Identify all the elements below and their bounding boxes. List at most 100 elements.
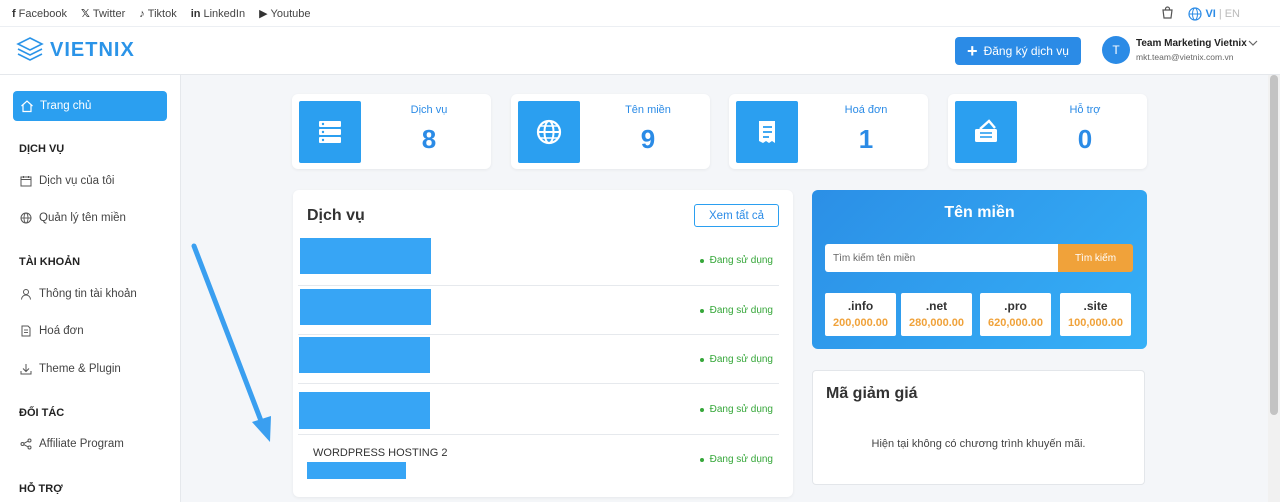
section-services: DỊCH VỤ	[19, 143, 65, 155]
redacted-block	[300, 289, 431, 325]
globe-icon	[1188, 6, 1203, 21]
sidebar-item-domains[interactable]: Quản lý tên miền	[20, 212, 126, 224]
register-service-button[interactable]: + Đăng ký dịch vụ	[955, 37, 1081, 65]
share-icon	[20, 438, 32, 450]
redacted-block	[299, 392, 430, 429]
sidebar-item-label: Theme & Plugin	[39, 363, 121, 375]
status-dot	[699, 308, 704, 313]
status-text: Đang sử dụng	[709, 255, 773, 266]
linkedin-icon: in	[190, 7, 201, 20]
tld-card[interactable]: .info 200,000.00	[825, 293, 896, 336]
user-icon	[21, 289, 31, 300]
avatar: T	[1102, 36, 1130, 64]
social-label: Facebook	[18, 7, 67, 20]
globe-icon	[20, 212, 32, 224]
status-dot	[699, 258, 704, 263]
tiktok-icon: ♪	[139, 7, 145, 20]
social-twitter[interactable]: 𝕏 Twitter	[81, 7, 125, 21]
status-dot	[699, 357, 704, 362]
stat-card-domains[interactable]: Tên miền 9	[511, 94, 710, 169]
lang-en[interactable]: EN	[1225, 8, 1240, 20]
lang-vi[interactable]: VI	[1205, 8, 1215, 20]
cart-icon[interactable]	[1161, 5, 1174, 22]
domain-search-button[interactable]: Tìm kiếm	[1058, 244, 1133, 272]
stat-card-services[interactable]: Dịch vụ 8	[292, 94, 491, 169]
sidebar-item-affiliate[interactable]: Affiliate Program	[20, 438, 124, 450]
social-label: Youtube	[270, 7, 311, 20]
coupon-panel: Mã giảm giá Hiện tại không có chương trì…	[812, 370, 1145, 485]
tld-price: 100,000.00	[1067, 317, 1124, 329]
domain-search-panel: Tên miền Tìm kiếm .info 200,000.00 .net …	[812, 190, 1147, 349]
redacted-block	[307, 462, 406, 479]
service-row[interactable]: Đang sử dụng	[298, 335, 779, 384]
invoice-icon	[21, 325, 31, 337]
tld-card[interactable]: .pro 620,000.00	[980, 293, 1051, 336]
youtube-icon: ▶	[259, 8, 268, 20]
tld-card[interactable]: .site 100,000.00	[1060, 293, 1131, 336]
service-status: Đang sử dụng	[699, 404, 773, 415]
social-label: LinkedIn	[203, 7, 246, 20]
stat-value: 0	[1077, 124, 1093, 154]
domain-search-input[interactable]	[825, 244, 1059, 272]
sidebar-item-label: Dịch vụ của tôi	[39, 175, 115, 187]
lang-separator: |	[1218, 7, 1222, 20]
service-status: Đang sử dụng	[699, 454, 773, 465]
service-status: Đang sử dụng	[699, 255, 773, 266]
server-icon	[299, 101, 361, 163]
status-text: Đang sử dụng	[709, 454, 773, 465]
tld-card[interactable]: .net 280,000.00	[901, 293, 972, 336]
social-label: Tiktok	[147, 7, 177, 20]
user-info: Team Marketing Vietnix mkt.team@vietnix.…	[1136, 38, 1247, 62]
service-row[interactable]: Đang sử dụng	[298, 286, 779, 335]
download-icon	[20, 364, 32, 375]
status-text: Đang sử dụng	[709, 354, 773, 365]
section-support: HỖ TRỢ	[19, 483, 63, 495]
tld-price: 620,000.00	[987, 317, 1044, 329]
top-bar: f Facebook 𝕏 Twitter ♪ Tiktok in LinkedIn ▶ Y…	[0, 0, 1280, 27]
stat-value: 9	[640, 124, 656, 154]
plus-icon: +	[967, 41, 978, 61]
coupon-title: Mã giảm giá	[826, 385, 918, 402]
sidebar-item-label: Quản lý tên miền	[39, 212, 126, 224]
receipt-icon	[736, 101, 798, 163]
coupon-message: Hiện tại không có chương trình khuyến mã…	[871, 438, 1086, 450]
user-name: Team Marketing Vietnix	[1136, 38, 1247, 49]
logo[interactable]: VIETNIX	[16, 36, 135, 64]
user-menu[interactable]: T Team Marketing Vietnix mkt.team@vietni…	[1102, 36, 1258, 64]
top-right: VI | EN	[1161, 0, 1240, 27]
sidebar-item-label: Affiliate Program	[39, 438, 124, 450]
chevron-down-icon[interactable]	[1248, 38, 1258, 51]
view-all-button[interactable]: Xem tất cả	[694, 204, 779, 227]
social-youtube[interactable]: ▶ Youtube	[259, 7, 311, 21]
social-tiktok[interactable]: ♪ Tiktok	[139, 8, 176, 20]
status-dot	[699, 407, 704, 412]
language-switcher[interactable]: VI | EN	[1188, 6, 1240, 21]
stat-label: Hỗ trợ	[1069, 104, 1101, 116]
service-row[interactable]: Đang sử dụng	[298, 236, 779, 286]
social-linkedin[interactable]: in LinkedIn	[191, 8, 245, 20]
globe-icon	[518, 101, 580, 163]
stat-card-invoices[interactable]: Hoá đơn 1	[729, 94, 928, 169]
status-text: Đang sử dụng	[709, 305, 773, 316]
sidebar-item-my-services[interactable]: Dịch vụ của tôi	[20, 175, 114, 187]
stat-value: 1	[858, 124, 874, 154]
sidebar-item-invoices[interactable]: Hoá đơn	[20, 325, 84, 337]
sidebar-home-label: Trang chủ	[40, 100, 92, 112]
section-partner: ĐỐI TÁC	[19, 407, 65, 419]
redacted-block	[300, 238, 431, 274]
logo-text: VIETNIX	[50, 38, 135, 61]
stat-label: Dịch vụ	[410, 104, 448, 116]
page-scrollbar[interactable]	[1268, 75, 1280, 502]
service-row[interactable]: WORDPRESS HOSTING 2 Đang sử dụng	[298, 435, 779, 483]
section-account: TÀI KHOẢN	[19, 256, 81, 268]
sidebar-item-home[interactable]: Trang chủ	[13, 91, 167, 121]
scrollbar-thumb[interactable]	[1270, 75, 1278, 415]
service-row[interactable]: Đang sử dụng	[298, 384, 779, 435]
stat-card-support[interactable]: Hỗ trợ 0	[948, 94, 1147, 169]
user-email: mkt.team@vietnix.com.vn	[1136, 52, 1234, 62]
tld-ext: .pro	[1004, 299, 1027, 313]
sidebar-item-account-info[interactable]: Thông tin tài khoản	[20, 288, 137, 300]
social-facebook[interactable]: f Facebook	[12, 8, 67, 20]
sidebar-item-theme-plugin[interactable]: Theme & Plugin	[20, 363, 121, 375]
facebook-icon: f	[12, 7, 16, 20]
